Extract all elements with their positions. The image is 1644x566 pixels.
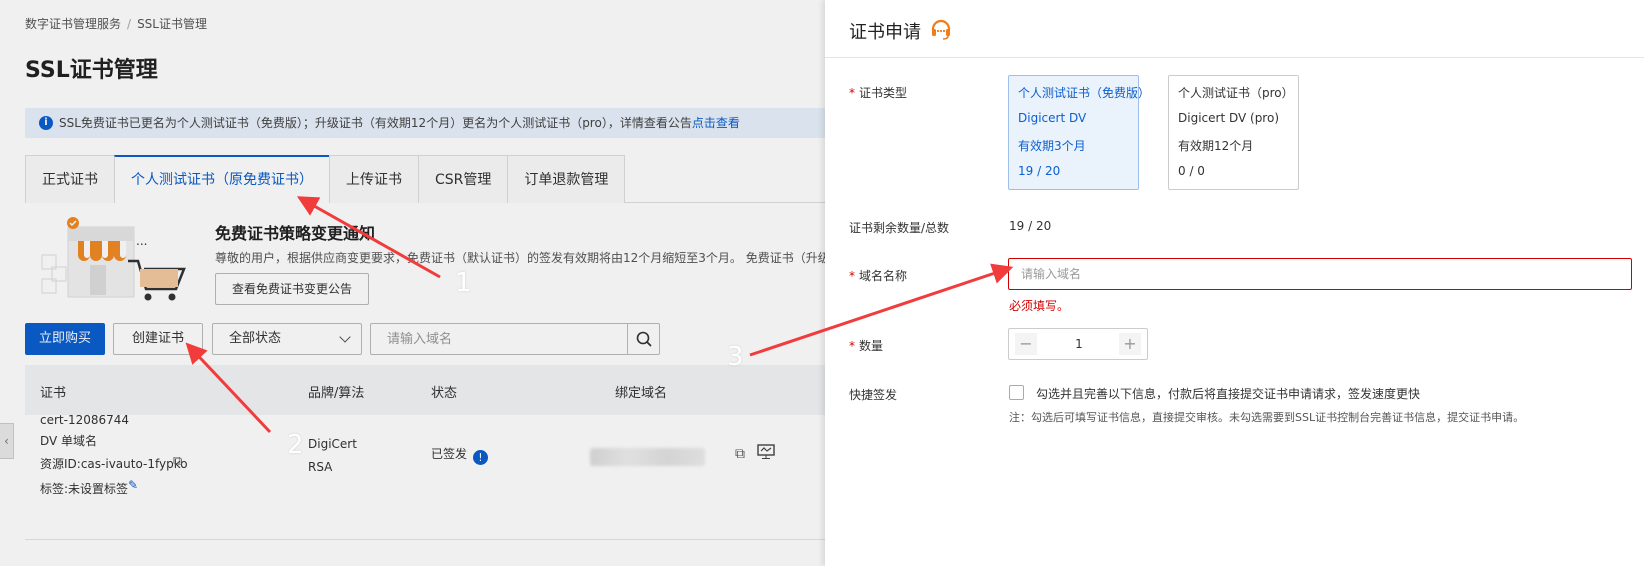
- annotation-number-2: 2: [287, 430, 304, 460]
- domain-label-text: 域名名称: [859, 269, 908, 283]
- cert-type-label: * 证书类型: [849, 86, 908, 100]
- card-count: 19 / 20: [1018, 163, 1061, 178]
- drawer-header: 证书申请: [825, 0, 1644, 58]
- remaining-count-value: 19 / 20: [1009, 219, 1052, 233]
- drawer-title: 证书申请: [849, 22, 921, 43]
- quantity-label: * 数量: [849, 339, 884, 353]
- domain-name-input[interactable]: [1009, 259, 1631, 289]
- card-name: 个人测试证书（免费版）: [1018, 86, 1151, 100]
- fast-issue-checkbox[interactable]: [1009, 385, 1024, 400]
- fast-issue-text: 勾选并且完善以下信息，付款后将直接提交证书申请请求，签发速度更快: [1036, 387, 1421, 401]
- quantity-label-text: 数量: [859, 339, 884, 353]
- card-brand: Digicert DV (pro): [1178, 110, 1280, 125]
- card-count: 0 / 0: [1178, 163, 1205, 178]
- card-validity: 有效期3个月: [1018, 139, 1086, 153]
- card-name: 个人测试证书（pro）: [1178, 86, 1294, 100]
- cert-type-label-text: 证书类型: [859, 86, 908, 100]
- headset-icon[interactable]: [930, 18, 952, 40]
- decrement-button[interactable]: −: [1015, 333, 1037, 355]
- quantity-stepper: − 1 +: [1008, 328, 1148, 360]
- cert-apply-drawer: 证书申请 * 证书类型 个人测试证书（免费版） Digicert DV 有效期3个…: [825, 0, 1644, 566]
- quantity-value[interactable]: 1: [1049, 329, 1109, 359]
- annotation-number-1: 1: [455, 268, 472, 298]
- cert-card-free[interactable]: 个人测试证书（免费版） Digicert DV 有效期3个月 19 / 20: [1008, 75, 1151, 190]
- remaining-count-label: 证书剩余数量/总数: [849, 221, 950, 235]
- increment-button[interactable]: +: [1119, 333, 1141, 355]
- card-brand: Digicert DV: [1018, 110, 1087, 125]
- card-validity: 有效期12个月: [1178, 139, 1254, 153]
- fast-issue-label: 快捷签发: [849, 388, 898, 402]
- fast-issue-note: 注：勾选后可填写证书信息，直接提交审核。未勾选需要到SSL证书控制台完善证书信息…: [1009, 411, 1525, 424]
- page-dim-overlay: [0, 0, 825, 566]
- annotation-number-3: 3: [727, 342, 744, 372]
- domain-input-wrapper: [1008, 258, 1632, 290]
- cert-card-pro[interactable]: 个人测试证书（pro） Digicert DV (pro) 有效期12个月 0 …: [1168, 75, 1299, 190]
- domain-label: * 域名名称: [849, 269, 908, 283]
- domain-error-message: 必须填写。: [1009, 299, 1070, 313]
